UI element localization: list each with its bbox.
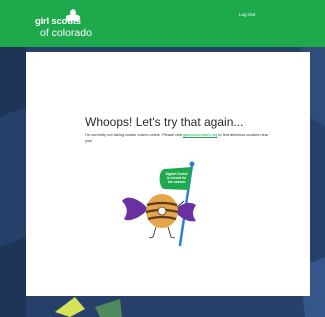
logo-text-of-colorado: of colorado bbox=[40, 27, 92, 39]
page-title: Whoops! Let's try that again... bbox=[85, 115, 244, 129]
flag-text: Digital Cookie is closed for the season. bbox=[166, 172, 189, 184]
closed-message: I'm currently not taking cookie orders o… bbox=[85, 132, 270, 144]
cookie-legs bbox=[148, 226, 176, 239]
logout-link[interactable]: Log Out bbox=[239, 12, 255, 17]
flag-pole-top bbox=[189, 161, 195, 167]
wrapper-left bbox=[122, 197, 148, 221]
message-text-before-link: I'm currently not taking cookie orders o… bbox=[85, 132, 183, 137]
site-header: girl scouts of colorado Log Out bbox=[0, 0, 325, 47]
cookie-mascot-illustration: Digital Cookie is closed for the season. bbox=[122, 161, 196, 247]
logo-text-girl-scouts: girl scouts bbox=[35, 16, 81, 27]
girlscoutcookies-link[interactable]: girlscoutcookies.org bbox=[183, 132, 217, 137]
